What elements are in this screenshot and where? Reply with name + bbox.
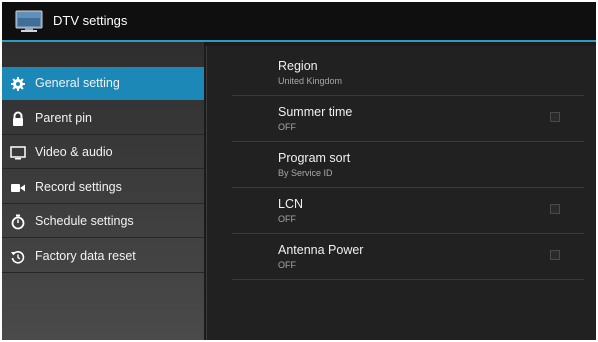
page-title: DTV settings: [53, 13, 128, 28]
tv-icon: [15, 10, 43, 32]
lcn-checkbox[interactable]: [550, 204, 560, 214]
settings-panel: Region United Kingdom Summer time OFF Pr…: [206, 46, 596, 340]
sidebar: General setting Parent pin Video & audio…: [2, 42, 204, 340]
setting-row-summer-time[interactable]: Summer time OFF: [232, 96, 584, 142]
setting-title: LCN: [278, 197, 304, 211]
setting-row-antenna-power[interactable]: Antenna Power OFF: [232, 234, 584, 280]
sidebar-item-factory-data-reset[interactable]: Factory data reset: [2, 240, 204, 273]
summer-time-checkbox[interactable]: [550, 112, 560, 122]
sidebar-item-label: Record settings: [35, 180, 122, 194]
sidebar-item-general-setting[interactable]: General setting: [2, 67, 204, 100]
sidebar-item-label: Parent pin: [35, 111, 92, 125]
video-camera-icon: [11, 184, 25, 192]
sidebar-item-label: General setting: [35, 76, 120, 90]
gear-icon: [11, 77, 25, 91]
stopwatch-icon: [11, 214, 25, 230]
setting-title: Program sort: [278, 151, 351, 165]
setting-title: Summer time: [278, 105, 353, 119]
setting-value: OFF: [278, 214, 296, 224]
sidebar-item-schedule-settings[interactable]: Schedule settings: [2, 205, 204, 238]
setting-title: Region: [278, 59, 318, 73]
setting-value: OFF: [278, 122, 296, 132]
monitor-icon: [10, 146, 26, 160]
sidebar-item-record-settings[interactable]: Record settings: [2, 171, 204, 204]
reset-icon: [11, 250, 25, 264]
dtv-settings-window: DTV settings General setting Parent pin …: [2, 2, 596, 340]
setting-value: OFF: [278, 260, 296, 270]
setting-value: United Kingdom: [278, 76, 343, 86]
lock-icon: [13, 111, 23, 126]
sidebar-item-label: Video & audio: [35, 145, 113, 159]
antenna-power-checkbox[interactable]: [550, 250, 560, 260]
sidebar-item-label: Schedule settings: [35, 214, 134, 228]
title-bar: DTV settings: [2, 2, 596, 42]
setting-row-region[interactable]: Region United Kingdom: [232, 50, 584, 96]
setting-value: By Service ID: [278, 168, 333, 178]
setting-row-lcn[interactable]: LCN OFF: [232, 188, 584, 234]
sidebar-item-video-audio[interactable]: Video & audio: [2, 136, 204, 169]
setting-title: Antenna Power: [278, 243, 364, 257]
sidebar-item-parent-pin[interactable]: Parent pin: [2, 102, 204, 135]
setting-row-program-sort[interactable]: Program sort By Service ID: [232, 142, 584, 188]
sidebar-item-label: Factory data reset: [35, 249, 136, 263]
